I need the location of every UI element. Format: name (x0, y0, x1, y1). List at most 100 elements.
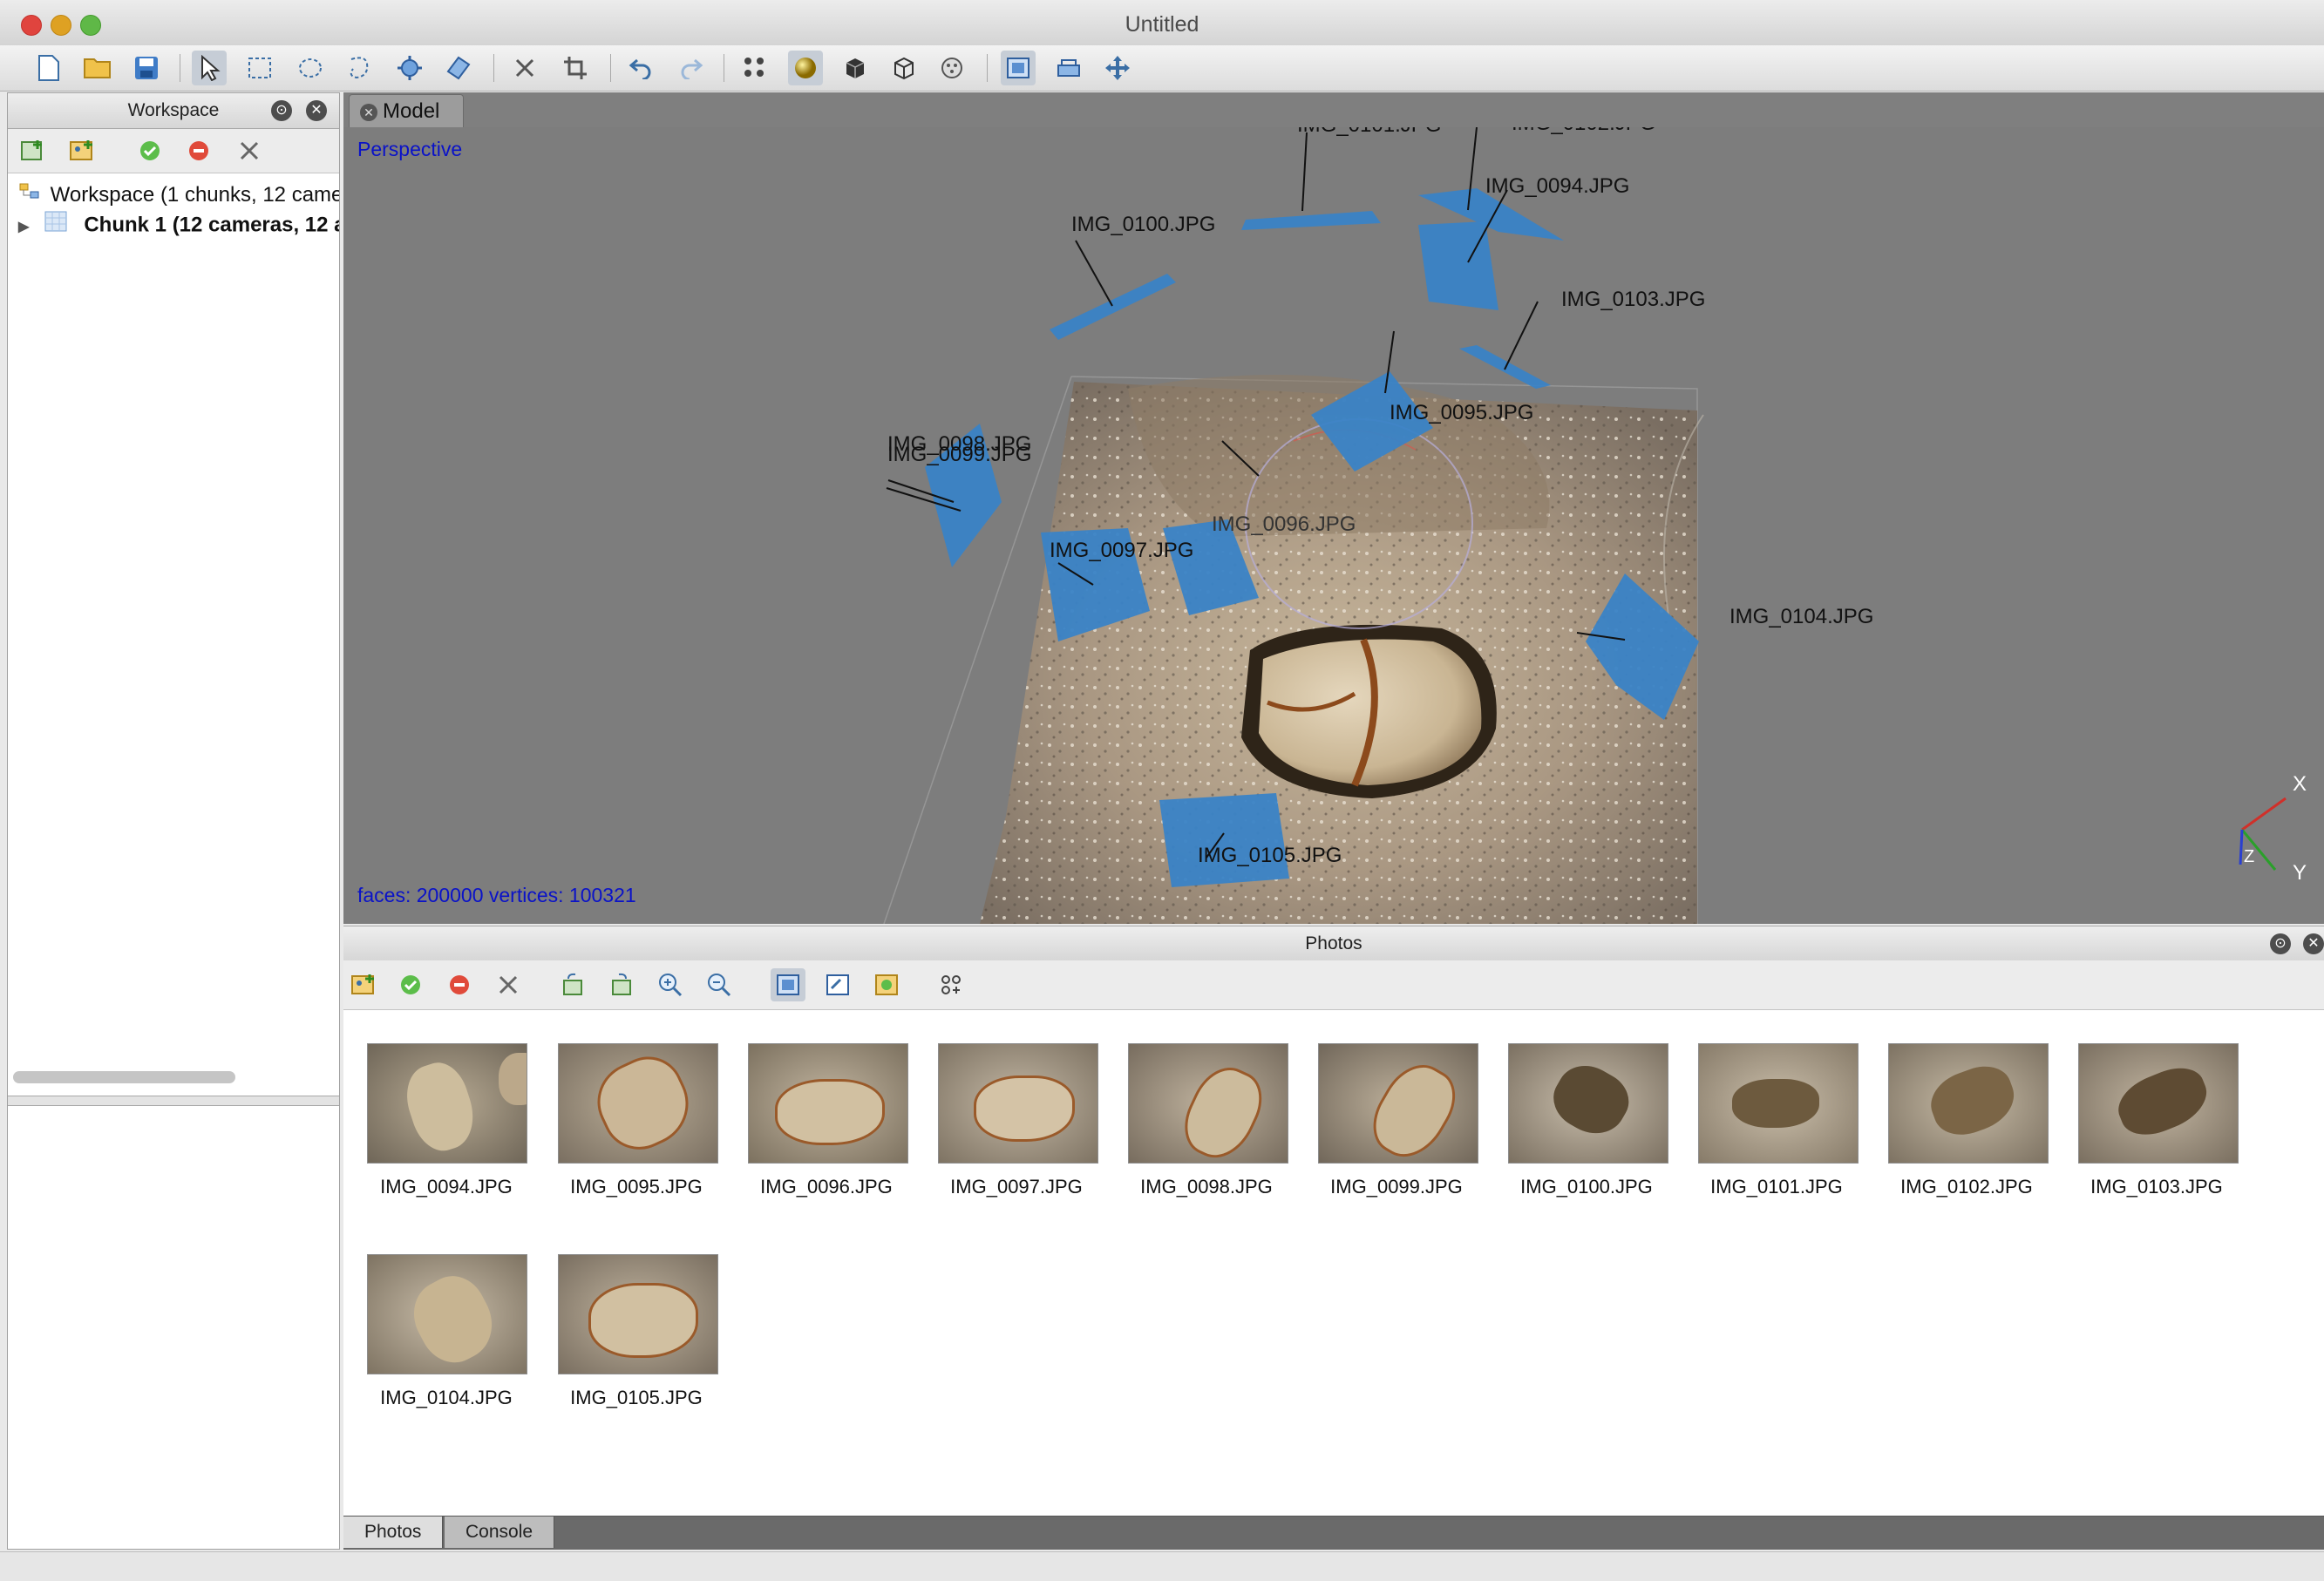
photo-thumbnail[interactable] (1128, 1043, 1288, 1164)
rotate-right-icon[interactable] (608, 972, 635, 998)
zoom-out-icon[interactable] (706, 972, 732, 998)
add-photos-icon[interactable] (69, 138, 95, 164)
bottom-tab-bar: Photos Console (343, 1516, 2324, 1550)
workspace-splitter[interactable] (8, 1096, 339, 1106)
tab-console[interactable]: Console (445, 1517, 555, 1548)
camera-label[interactable]: IMG_0096.JPG (1212, 512, 1356, 537)
show-cameras-icon[interactable] (1001, 51, 1036, 85)
show-region-icon[interactable] (1051, 51, 1086, 85)
solid-model-icon[interactable] (837, 51, 872, 85)
photos-toolbar (343, 960, 2324, 1010)
enable-icon[interactable] (137, 138, 163, 164)
camera-plane (1159, 793, 1289, 887)
photo-thumbnail[interactable] (1888, 1043, 2049, 1164)
status-bar (0, 1551, 2324, 1581)
disable-icon[interactable] (186, 138, 212, 164)
workspace-tree-chunk[interactable]: ▶ Chunk 1 (12 cameras, 12 aligned) (8, 210, 339, 240)
photo-caption: IMG_0099.JPG (1330, 1176, 1463, 1198)
photo-caption: IMG_0096.JPG (760, 1176, 893, 1198)
tab-model[interactable]: ✕ Model (349, 94, 464, 128)
rotate-left-icon[interactable] (560, 972, 586, 998)
workspace-horizontal-scrollbar[interactable] (13, 1071, 235, 1083)
rotate-object-icon[interactable] (392, 51, 427, 85)
camera-label[interactable]: IMG_0100.JPG (1071, 213, 1215, 237)
camera-label[interactable]: IMG_0094.JPG (1485, 174, 1629, 199)
camera-plane (1050, 274, 1176, 340)
camera-label[interactable]: IMG_0099.JPG (887, 443, 1031, 467)
float-pane-icon[interactable]: ⊙ (271, 100, 292, 121)
chunk-icon (44, 210, 78, 240)
photo-thumbnail[interactable] (1698, 1043, 1859, 1164)
remove-items-icon[interactable] (236, 138, 262, 164)
expand-arrow-icon[interactable]: ▶ (18, 213, 37, 240)
model-tab-bar: ✕ Model (343, 92, 2324, 128)
redo-icon[interactable] (673, 51, 708, 85)
close-tab-icon[interactable]: ✕ (360, 103, 377, 121)
close-pane-icon[interactable]: ✕ (306, 100, 327, 121)
detail-view-icon[interactable] (825, 972, 851, 998)
photo-thumbnail[interactable] (367, 1254, 527, 1374)
camera-label[interactable]: IMG_0097.JPG (1050, 539, 1193, 563)
circle-selection-icon[interactable] (293, 51, 328, 85)
move-region-icon[interactable] (441, 51, 476, 85)
masks-icon[interactable] (873, 972, 900, 998)
workspace-tree-root[interactable]: Workspace (1 chunks, 12 cameras) (8, 180, 339, 210)
projection-mode-label: Perspective (357, 138, 463, 160)
photo-thumbnail[interactable] (1508, 1043, 1668, 1164)
navigation-icon[interactable] (192, 51, 227, 85)
delete-selection-icon[interactable] (507, 51, 542, 85)
camera-label[interactable]: IMG_0101.JPG (1297, 127, 1441, 138)
photos-header: Photos ⊙ ✕ (343, 926, 2324, 962)
main-toolbar (0, 45, 2324, 92)
zoom-in-icon[interactable] (657, 972, 683, 998)
model-viewport[interactable]: IMG_0101.JPG IMG_0102.JPG IMG_0094.JPG I… (343, 127, 2324, 924)
photo-thumbnail[interactable] (558, 1043, 718, 1164)
add-chunk-icon[interactable] (20, 138, 46, 164)
photo-thumbnail[interactable] (938, 1043, 1098, 1164)
axis-y-label: Y (2293, 861, 2307, 885)
workspace-pane: Workspace ⊙ ✕ Workspace (1 chunks, 12 ca… (7, 92, 340, 1550)
photo-caption: IMG_0105.JPG (570, 1387, 703, 1408)
close-pane-icon[interactable]: ✕ (2303, 933, 2324, 954)
photo-caption: IMG_0097.JPG (950, 1176, 1083, 1198)
camera-label[interactable]: IMG_0103.JPG (1561, 288, 1705, 312)
workspace-icon (18, 181, 44, 210)
open-icon[interactable] (80, 51, 115, 85)
camera-label[interactable]: IMG_0105.JPG (1198, 844, 1342, 868)
add-photos-icon[interactable] (350, 972, 377, 998)
photo-thumbnail[interactable] (367, 1043, 527, 1164)
point-cloud-icon[interactable] (737, 51, 772, 85)
photo-thumbnail[interactable] (748, 1043, 908, 1164)
photo-thumbnail[interactable] (1318, 1043, 1478, 1164)
axis-z-label: Z (2244, 847, 2255, 866)
free-form-selection-icon[interactable] (342, 51, 377, 85)
chunk-label: Chunk 1 (12 cameras, 12 aligned) (84, 213, 339, 237)
camera-label[interactable]: IMG_0102.JPG (1512, 127, 1655, 136)
disable-cameras-icon[interactable] (446, 972, 472, 998)
workspace-root-label: Workspace (1 chunks, 12 cameras) (50, 183, 339, 207)
enable-cameras-icon[interactable] (398, 972, 424, 998)
shaded-model-icon[interactable] (788, 51, 823, 85)
photo-thumbnail[interactable] (558, 1254, 718, 1374)
undo-icon[interactable] (624, 51, 659, 85)
photo-caption: IMG_0100.JPG (1520, 1176, 1653, 1198)
wireframe-model-icon[interactable] (886, 51, 921, 85)
save-icon[interactable] (129, 51, 164, 85)
float-pane-icon[interactable]: ⊙ (2270, 933, 2291, 954)
photo-thumbnail[interactable] (2078, 1043, 2239, 1164)
new-icon[interactable] (31, 51, 66, 85)
photos-title: Photos (1305, 933, 1362, 953)
application-window: Untitled Workspace ⊙ ✕ Workspace (1 chun… (0, 0, 2324, 1581)
textured-model-icon[interactable] (934, 51, 969, 85)
tab-photos[interactable]: Photos (343, 1517, 444, 1548)
model-tab-label: Model (383, 99, 440, 123)
camera-label[interactable]: IMG_0095.JPG (1390, 401, 1533, 425)
crop-selection-icon[interactable] (558, 51, 593, 85)
camera-label[interactable]: IMG_0104.JPG (1729, 605, 1873, 629)
move-object-icon[interactable] (1100, 51, 1135, 85)
large-thumbnails-icon[interactable] (771, 968, 805, 1001)
markers-icon[interactable] (938, 972, 964, 998)
remove-cameras-icon[interactable] (495, 972, 521, 998)
photo-caption: IMG_0095.JPG (570, 1176, 703, 1198)
rectangle-selection-icon[interactable] (242, 51, 277, 85)
